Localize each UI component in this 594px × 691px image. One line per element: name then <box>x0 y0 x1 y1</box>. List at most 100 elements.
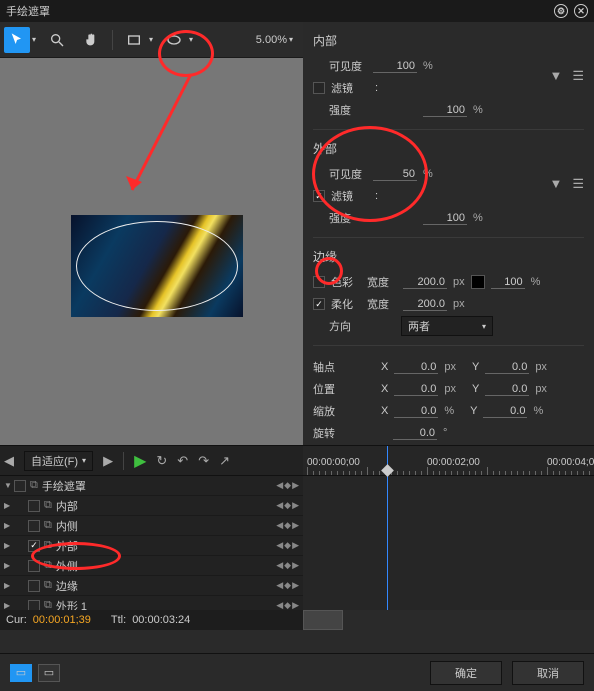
key-diamond-icon[interactable]: ◆ <box>284 560 291 571</box>
undo-icon[interactable]: ↶ <box>177 453 188 469</box>
timeline-tree-row[interactable]: ▶⧉外形 1◀◆▶ <box>0 596 303 610</box>
ellipse-dropdown-icon[interactable]: ▾ <box>189 35 193 44</box>
play-icon[interactable]: ▶ <box>134 451 146 471</box>
x-label: X <box>381 405 388 417</box>
key-diamond-icon[interactable]: ◆ <box>284 480 291 491</box>
layout-mode-2[interactable]: ▭ <box>38 664 60 682</box>
filter-funnel-icon[interactable]: ▼ <box>549 68 562 84</box>
pointer-tool[interactable] <box>4 27 30 53</box>
edge-width2-unit: px <box>453 298 465 310</box>
scale-y-input[interactable]: 0.0 <box>483 405 527 418</box>
tree-visibility-checkbox[interactable] <box>14 480 26 492</box>
next-key-icon[interactable]: ▶ <box>292 540 299 551</box>
tree-enable-checkbox[interactable] <box>28 520 40 532</box>
tree-enable-checkbox[interactable]: ✓ <box>28 540 40 552</box>
prev-key-icon[interactable]: ◀ <box>276 540 283 551</box>
mask-ellipse-outline[interactable] <box>76 221 238 311</box>
edge-color-swatch[interactable] <box>471 275 485 289</box>
next-key-icon[interactable]: ▶ <box>292 520 299 531</box>
timeline-tree-row[interactable]: ▶⧉内部◀◆▶ <box>0 496 303 516</box>
prev-key-icon[interactable]: ◀ <box>276 580 283 591</box>
key-diamond-icon[interactable]: ◆ <box>284 500 291 511</box>
edge-pct-input[interactable]: 100 <box>491 276 525 289</box>
scale-x-input[interactable]: 0.0 <box>394 405 438 418</box>
tree-enable-checkbox[interactable] <box>28 600 40 611</box>
expand-icon[interactable]: ▶ <box>4 601 14 610</box>
timeline-tree-row[interactable]: ▶⧉外侧◀◆▶ <box>0 556 303 576</box>
fit-select[interactable]: 自适应(F) ▾ <box>24 451 93 471</box>
zoom-tool-icon[interactable] <box>44 27 70 53</box>
filter-funnel-icon[interactable]: ▼ <box>549 176 562 192</box>
hand-tool-icon[interactable] <box>78 27 104 53</box>
anchor-y-input[interactable]: 0.0 <box>485 361 529 374</box>
edge-soften-checkbox[interactable]: ✓ <box>313 298 325 310</box>
outer-visibility-input[interactable]: 50 <box>373 168 417 181</box>
prev-key-icon[interactable]: ◀ <box>276 480 283 491</box>
anchor-x-input[interactable]: 0.0 <box>394 361 438 374</box>
loop-icon[interactable]: ↻ <box>156 453 167 469</box>
next-key-icon[interactable]: ▶ <box>292 600 299 610</box>
ellipse-tool-icon[interactable] <box>161 27 187 53</box>
tl-prev-icon[interactable]: ◀ <box>4 453 14 469</box>
px-unit: px <box>535 361 547 373</box>
close-icon[interactable]: ✕ <box>574 4 588 18</box>
next-key-icon[interactable]: ▶ <box>292 500 299 511</box>
key-diamond-icon[interactable]: ◆ <box>284 580 291 591</box>
pos-y-input[interactable]: 0.0 <box>485 383 529 396</box>
timeline-tree-row[interactable]: ▶⧉内侧◀◆▶ <box>0 516 303 536</box>
inner-strength-input[interactable]: 100 <box>423 104 467 117</box>
pointer-dropdown-icon[interactable]: ▾ <box>32 35 36 44</box>
inner-visibility-input[interactable]: 100 <box>373 60 417 73</box>
cancel-button[interactable]: 取消 <box>512 661 584 685</box>
zoom-dropdown-icon[interactable]: ▾ <box>289 35 293 44</box>
graph-icon[interactable]: ↗ <box>219 453 230 469</box>
deg-unit: ° <box>443 427 447 439</box>
settings-icon[interactable]: ⚙ <box>554 4 568 18</box>
tree-enable-checkbox[interactable] <box>28 560 40 572</box>
edge-color-checkbox[interactable] <box>313 276 325 288</box>
prev-key-icon[interactable]: ◀ <box>276 600 283 610</box>
edge-width2-input[interactable]: 200.0 <box>403 298 447 311</box>
expand-icon[interactable]: ▼ <box>4 481 14 490</box>
expand-icon[interactable]: ▶ <box>4 541 14 550</box>
key-diamond-icon[interactable]: ◆ <box>284 600 291 610</box>
inner-filter-checkbox[interactable] <box>313 82 325 94</box>
prev-key-icon[interactable]: ◀ <box>276 520 283 531</box>
next-key-icon[interactable]: ▶ <box>292 580 299 591</box>
prev-key-icon[interactable]: ◀ <box>276 560 283 571</box>
expand-icon[interactable]: ▶ <box>4 501 14 510</box>
tree-enable-checkbox[interactable] <box>28 580 40 592</box>
key-diamond-icon[interactable]: ◆ <box>284 540 291 551</box>
expand-icon[interactable]: ▶ <box>4 521 14 530</box>
tree-enable-checkbox[interactable] <box>28 500 40 512</box>
edge-direction-select[interactable]: 两者 ▾ <box>401 316 493 336</box>
outer-filter-checkbox[interactable]: ✓ <box>313 190 325 202</box>
layout-mode-1[interactable]: ▭ <box>10 664 32 682</box>
tl-next-icon[interactable]: ▶ <box>103 453 113 469</box>
layer-icon: ⧉ <box>44 519 52 532</box>
timeline-ruler[interactable]: 00:00:00;00 00:00:02;00 00:00:04;0 <box>303 457 594 475</box>
filter-list-icon[interactable]: ☰ <box>572 68 584 84</box>
edge-width1-input[interactable]: 200.0 <box>403 276 447 289</box>
timeline-tree-row[interactable]: ▶⧉边缘◀◆▶ <box>0 576 303 596</box>
rotation-input[interactable]: 0.0 <box>393 427 437 440</box>
prev-key-icon[interactable]: ◀ <box>276 500 283 511</box>
preview-canvas[interactable] <box>0 58 303 445</box>
redo-icon[interactable]: ↷ <box>198 453 209 469</box>
rect-dropdown-icon[interactable]: ▾ <box>149 35 153 44</box>
next-key-icon[interactable]: ▶ <box>292 480 299 491</box>
timeline-tree-row[interactable]: ▼⧉手绘遮罩◀◆▶ <box>0 476 303 496</box>
rectangle-tool-icon[interactable] <box>121 27 147 53</box>
filter-list-icon[interactable]: ☰ <box>572 176 584 192</box>
tree-item-label: 手绘遮罩 <box>42 478 276 494</box>
expand-icon[interactable]: ▶ <box>4 581 14 590</box>
timeline-tree-row[interactable]: ▶✓⧉外部◀◆▶ <box>0 536 303 556</box>
key-diamond-icon[interactable]: ◆ <box>284 520 291 531</box>
expand-icon[interactable]: ▶ <box>4 561 14 570</box>
timeline-scrollbar[interactable] <box>303 610 594 630</box>
pos-x-input[interactable]: 0.0 <box>394 383 438 396</box>
zoom-value[interactable]: 5.00% <box>256 34 287 46</box>
outer-strength-input[interactable]: 100 <box>423 212 467 225</box>
ok-button[interactable]: 确定 <box>430 661 502 685</box>
next-key-icon[interactable]: ▶ <box>292 560 299 571</box>
